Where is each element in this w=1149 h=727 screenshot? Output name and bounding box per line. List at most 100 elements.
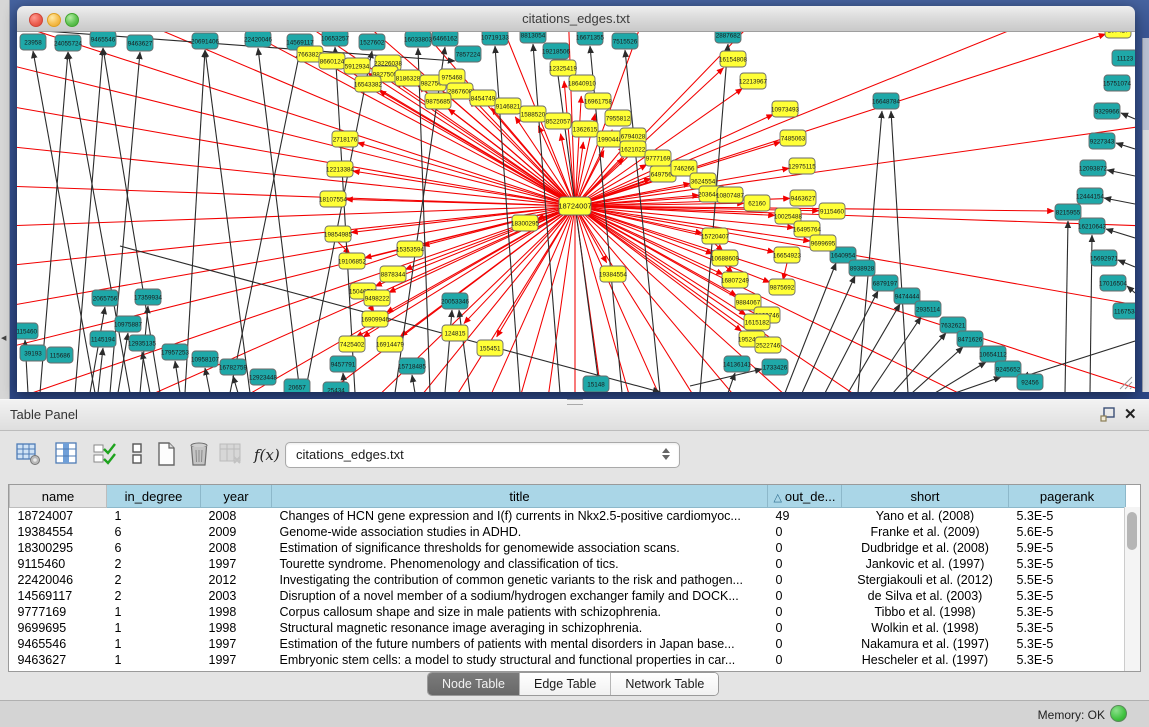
graph-node[interactable]: 12213967 [739, 73, 768, 89]
graph-node[interactable]: 8454749 [470, 90, 496, 106]
collapse-arrow-icon[interactable]: ◀ [1, 334, 6, 342]
graph-node[interactable]: 10653257 [321, 32, 350, 46]
column-header-name[interactable]: name [10, 485, 107, 508]
graph-node[interactable]: 7485063 [780, 130, 806, 146]
graph-node[interactable]: 9463627 [790, 190, 816, 206]
graph-node[interactable]: 16914479 [376, 336, 405, 352]
graph-node[interactable]: 2935114 [915, 301, 941, 317]
graph-node[interactable]: 6879197 [872, 275, 898, 291]
graph-node[interactable]: 9465546 [90, 32, 116, 47]
delete-table-icon[interactable] [218, 441, 244, 467]
row-select-icon[interactable] [92, 441, 118, 467]
graph-node[interactable]: 15692971 [1090, 250, 1119, 266]
window-titlebar[interactable]: citations_edges.txt [17, 6, 1135, 32]
graph-node[interactable]: 8878344 [380, 266, 406, 282]
tab-network-table[interactable]: Network Table [611, 673, 718, 695]
vertical-scrollbar[interactable] [1124, 507, 1140, 671]
graph-node[interactable]: 9245652 [995, 361, 1021, 377]
graph-node[interactable]: 23958 [20, 34, 46, 50]
graph-node[interactable]: 1527602 [359, 34, 385, 50]
graph-node[interactable]: 12325419 [549, 60, 578, 76]
graph-node[interactable]: 16961758 [584, 93, 613, 109]
table-row[interactable]: 969969511998Structural magnetic resonanc… [10, 620, 1126, 636]
delete-trash-icon[interactable] [186, 441, 212, 467]
graph-node[interactable]: 9115460 [17, 323, 38, 339]
graph-node[interactable]: 16909946 [361, 311, 390, 327]
graph-node[interactable]: 20691406 [191, 33, 220, 49]
table-row[interactable]: 977716911998Corpus callosum shape and si… [10, 604, 1126, 620]
graph-node[interactable]: 16782759 [219, 359, 248, 375]
graph-node[interactable]: 16648784 [872, 93, 901, 109]
tab-edge-table[interactable]: Edge Table [520, 673, 611, 695]
graph-node[interactable]: 2718176 [332, 131, 358, 147]
graph-node[interactable]: 8938928 [849, 260, 875, 276]
graph-node[interactable]: 18107554 [319, 191, 348, 207]
table-row[interactable]: 1456911722003Disruption of a novel membe… [10, 588, 1126, 604]
graph-node[interactable]: 19106852 [338, 253, 367, 269]
graph-node[interactable]: 20657 [284, 379, 310, 392]
function-builder-icon[interactable]: f(x) [254, 446, 280, 464]
table-row[interactable]: 946362711997Embryonic stem cells: a mode… [10, 652, 1126, 668]
resize-grip-icon[interactable] [1120, 377, 1132, 389]
graph-node[interactable]: 8813054 [520, 32, 546, 43]
graph-node[interactable]: 2522746 [755, 337, 781, 353]
graph-node[interactable]: 7955812 [605, 110, 631, 126]
graph-node[interactable]: 9777169 [645, 150, 671, 166]
graph-node[interactable]: 1362615 [572, 121, 598, 137]
splitter-grip-icon[interactable] [567, 399, 583, 405]
graph-node[interactable]: 8215955 [1055, 204, 1081, 220]
graph-node[interactable]: 1990448 [597, 131, 623, 147]
graph-node[interactable]: 2065756 [92, 290, 118, 306]
column-header-in_degree[interactable]: in_degree [107, 485, 201, 508]
column-visibility-icon[interactable] [54, 441, 80, 467]
graph-node[interactable]: 12444154 [1076, 188, 1105, 204]
hub-node[interactable]: 18724007 [558, 197, 591, 215]
graph-node[interactable]: 9875685 [425, 93, 451, 109]
graph-node[interactable]: 124815 [442, 325, 468, 341]
graph-node[interactable]: 62160 [744, 195, 770, 211]
graph-node[interactable]: 16210643 [1078, 218, 1107, 234]
graph-node[interactable]: 9329966 [1094, 103, 1120, 119]
table-row[interactable]: 2242004622012Investigating the contribut… [10, 572, 1126, 588]
close-panel-icon[interactable]: ✕ [1124, 405, 1137, 423]
graph-node[interactable]: 11123 [1112, 50, 1135, 66]
graph-node[interactable]: 15718485 [398, 358, 427, 374]
graph-node[interactable]: 8186328 [395, 70, 421, 86]
graph-node[interactable]: 10688609 [711, 250, 740, 266]
graph-node[interactable]: 7425402 [339, 336, 365, 352]
graph-node[interactable]: 1167534 [1113, 303, 1135, 319]
graph-node[interactable]: 9699695 [810, 235, 836, 251]
graph-node[interactable]: 10975887 [114, 316, 143, 332]
graph-node[interactable]: 24055724 [54, 35, 83, 51]
graph-node[interactable]: 10719133 [481, 32, 510, 45]
memory-status-indicator[interactable] [1110, 705, 1127, 722]
graph-node[interactable]: 16807249 [721, 272, 750, 288]
table-row[interactable]: 911546021997Tourette syndrome. Phenomeno… [10, 556, 1126, 572]
graph-node[interactable]: 9875692 [769, 279, 795, 295]
table-settings-icon[interactable] [16, 441, 42, 467]
graph-node[interactable]: 17359934 [134, 289, 163, 305]
column-header-pagerank[interactable]: pagerank [1009, 485, 1126, 508]
graph-node[interactable]: 7857224 [455, 46, 481, 62]
graph-node[interactable]: 6466162 [432, 32, 458, 46]
table-selector-combobox[interactable]: citations_edges.txt [285, 442, 680, 468]
graph-node[interactable]: 1145194 [90, 331, 116, 347]
graph-node[interactable]: 9463627 [127, 35, 153, 51]
graph-node[interactable]: 15353594 [396, 241, 425, 257]
graph-node[interactable]: 17016504 [1099, 275, 1128, 291]
graph-node[interactable]: 115686 [47, 347, 73, 363]
graph-node[interactable]: 9227343 [1089, 133, 1115, 149]
graph-node[interactable]: 15148 [583, 376, 609, 392]
graph-node[interactable]: 1615182 [744, 314, 770, 330]
float-panel-icon[interactable] [1100, 407, 1117, 423]
graph-node[interactable]: 9146821 [495, 98, 521, 114]
graph-node[interactable]: 25434 [323, 382, 349, 392]
graph-node[interactable]: 155451 [477, 340, 503, 356]
graph-node[interactable]: 7515526 [612, 33, 638, 49]
graph-node[interactable]: 2887682 [715, 32, 741, 43]
table-row[interactable]: 946554611997Estimation of the future num… [10, 636, 1126, 652]
graph-node[interactable]: 10654112 [979, 346, 1007, 362]
graph-node[interactable]: 10958107 [191, 351, 220, 367]
graph-node[interactable]: 12935135 [128, 335, 157, 351]
graph-node[interactable]: 10973493 [771, 101, 800, 117]
